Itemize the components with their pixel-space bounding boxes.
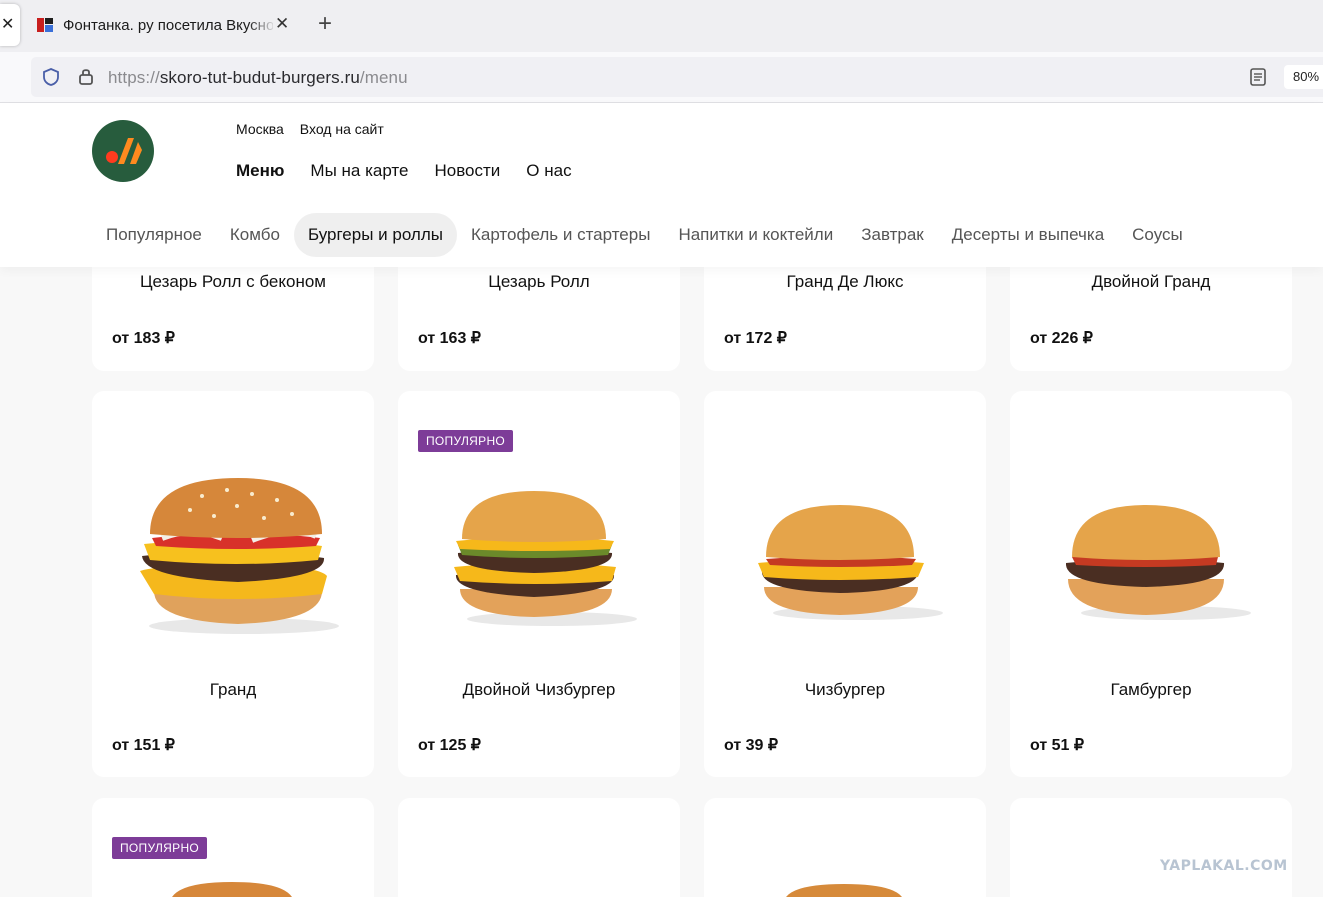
browser-tab-bar: ✕ Фонтанка. ру посетила Вкусно ✕ + [0, 0, 1323, 52]
category-nav: Популярное Комбо Бургеры и роллы Картофе… [92, 213, 1197, 257]
burger-top-image [786, 884, 902, 897]
category-breakfast[interactable]: Завтрак [847, 213, 938, 257]
tab-close-icon[interactable]: ✕ [275, 14, 289, 34]
product-card[interactable]: Двойной Гранд от 226 ₽ [1010, 250, 1292, 371]
double-cheeseburger-image [454, 491, 637, 626]
product-card[interactable]: Гранд от 151 ₽ [92, 391, 374, 777]
nav-map[interactable]: Мы на карте [310, 161, 408, 180]
product-card[interactable]: Чизбургер от 39 ₽ [704, 391, 986, 777]
product-price: от 163 ₽ [418, 330, 481, 347]
product-price: от 172 ₽ [724, 330, 787, 347]
nav-news[interactable]: Новости [434, 161, 500, 180]
category-fries[interactable]: Картофель и стартеры [457, 213, 664, 257]
burger-top-image [172, 882, 292, 897]
zoom-level[interactable]: 80% [1284, 65, 1323, 89]
url-text[interactable]: https://skoro-tut-budut-burgers.ru/menu [108, 68, 408, 88]
product-price: от 51 ₽ [1030, 737, 1085, 754]
product-price: от 226 ₽ [1030, 330, 1093, 347]
product-name: Двойной Чизбургер [462, 680, 616, 699]
watermark: YAPLAKAL.COM [1160, 858, 1288, 874]
new-tab-plus-icon[interactable]: + [318, 10, 332, 38]
product-price: от 183 ₽ [112, 330, 175, 347]
main-nav: Меню Мы на карте Новости О нас [236, 161, 598, 181]
tab-title-fade [248, 14, 276, 36]
category-popular[interactable]: Популярное [92, 213, 216, 257]
nav-menu[interactable]: Меню [236, 161, 284, 180]
product-name: Двойной Гранд [1091, 272, 1211, 291]
reader-view-icon[interactable] [1249, 67, 1267, 87]
category-sauces[interactable]: Соусы [1118, 213, 1197, 257]
product-name: Гранд Де Люкс [786, 272, 904, 291]
product-card[interactable]: Цезарь Ролл от 163 ₽ [398, 250, 680, 371]
url-host: skoro-tut-budut-burgers.ru [159, 68, 360, 87]
logo-mark-icon [106, 138, 142, 164]
product-card[interactable]: Цезарь Ролл с беконом от 183 ₽ [92, 250, 374, 371]
browser-tab[interactable]: Фонтанка. ру посетила Вкусно ✕ [26, 4, 296, 46]
brand-logo[interactable] [92, 120, 154, 182]
category-combo[interactable]: Комбо [216, 213, 294, 257]
url-path: /menu [359, 68, 408, 87]
product-name: Цезарь Ролл [488, 272, 590, 291]
city-selector[interactable]: Москва [236, 121, 284, 137]
login-link[interactable]: Вход на сайт [300, 121, 384, 137]
product-price: от 125 ₽ [418, 737, 481, 754]
category-drinks[interactable]: Напитки и коктейли [664, 213, 847, 257]
cheeseburger-image [758, 505, 943, 620]
product-card[interactable] [1010, 798, 1292, 897]
category-burgers[interactable]: Бургеры и роллы [293, 213, 457, 257]
category-desserts[interactable]: Десерты и выпечка [938, 213, 1118, 257]
product-price: от 151 ₽ [112, 737, 175, 754]
site-header: Москва Вход на сайт Меню Мы на карте Новост… [0, 103, 1323, 267]
site-favicon-icon [37, 18, 53, 32]
product-price: от 39 ₽ [724, 737, 779, 754]
product-name: Гамбургер [1110, 680, 1192, 699]
url-scheme: https:// [108, 68, 160, 87]
address-bar[interactable]: https://skoro-tut-budut-burgers.ru/menu … [31, 57, 1323, 97]
product-card[interactable]: ПОПУЛЯРНО Двойной Чизбургер от 125 ₽ [398, 391, 680, 777]
product-card[interactable] [704, 798, 986, 897]
browser-nav-bar: https://skoro-tut-budut-burgers.ru/menu … [0, 52, 1323, 103]
popular-badge: ПОПУЛЯРНО [112, 837, 208, 859]
product-name: Чизбургер [804, 680, 886, 699]
product-card[interactable]: Гамбургер от 51 ₽ [1010, 391, 1292, 777]
nav-about[interactable]: О нас [526, 161, 571, 180]
product-card[interactable] [398, 798, 680, 897]
lock-icon[interactable] [77, 66, 95, 86]
tab-title: Фонтанка. ру посетила Вкусно [63, 17, 273, 34]
product-name: Цезарь Ролл с беконом [139, 272, 326, 291]
product-card[interactable]: ПОПУЛЯРНО [92, 798, 374, 897]
tracking-shield-icon[interactable] [41, 67, 61, 87]
popular-badge: ПОПУЛЯРНО [418, 430, 514, 452]
product-card[interactable]: Гранд Де Люкс от 172 ₽ [704, 250, 986, 371]
grand-burger-image [140, 478, 339, 634]
hamburger-image [1066, 505, 1251, 620]
product-name: Гранд [209, 680, 257, 699]
top-links: Москва Вход на сайт [236, 121, 400, 137]
previous-tab-close-icon[interactable]: ✕ [0, 4, 20, 46]
